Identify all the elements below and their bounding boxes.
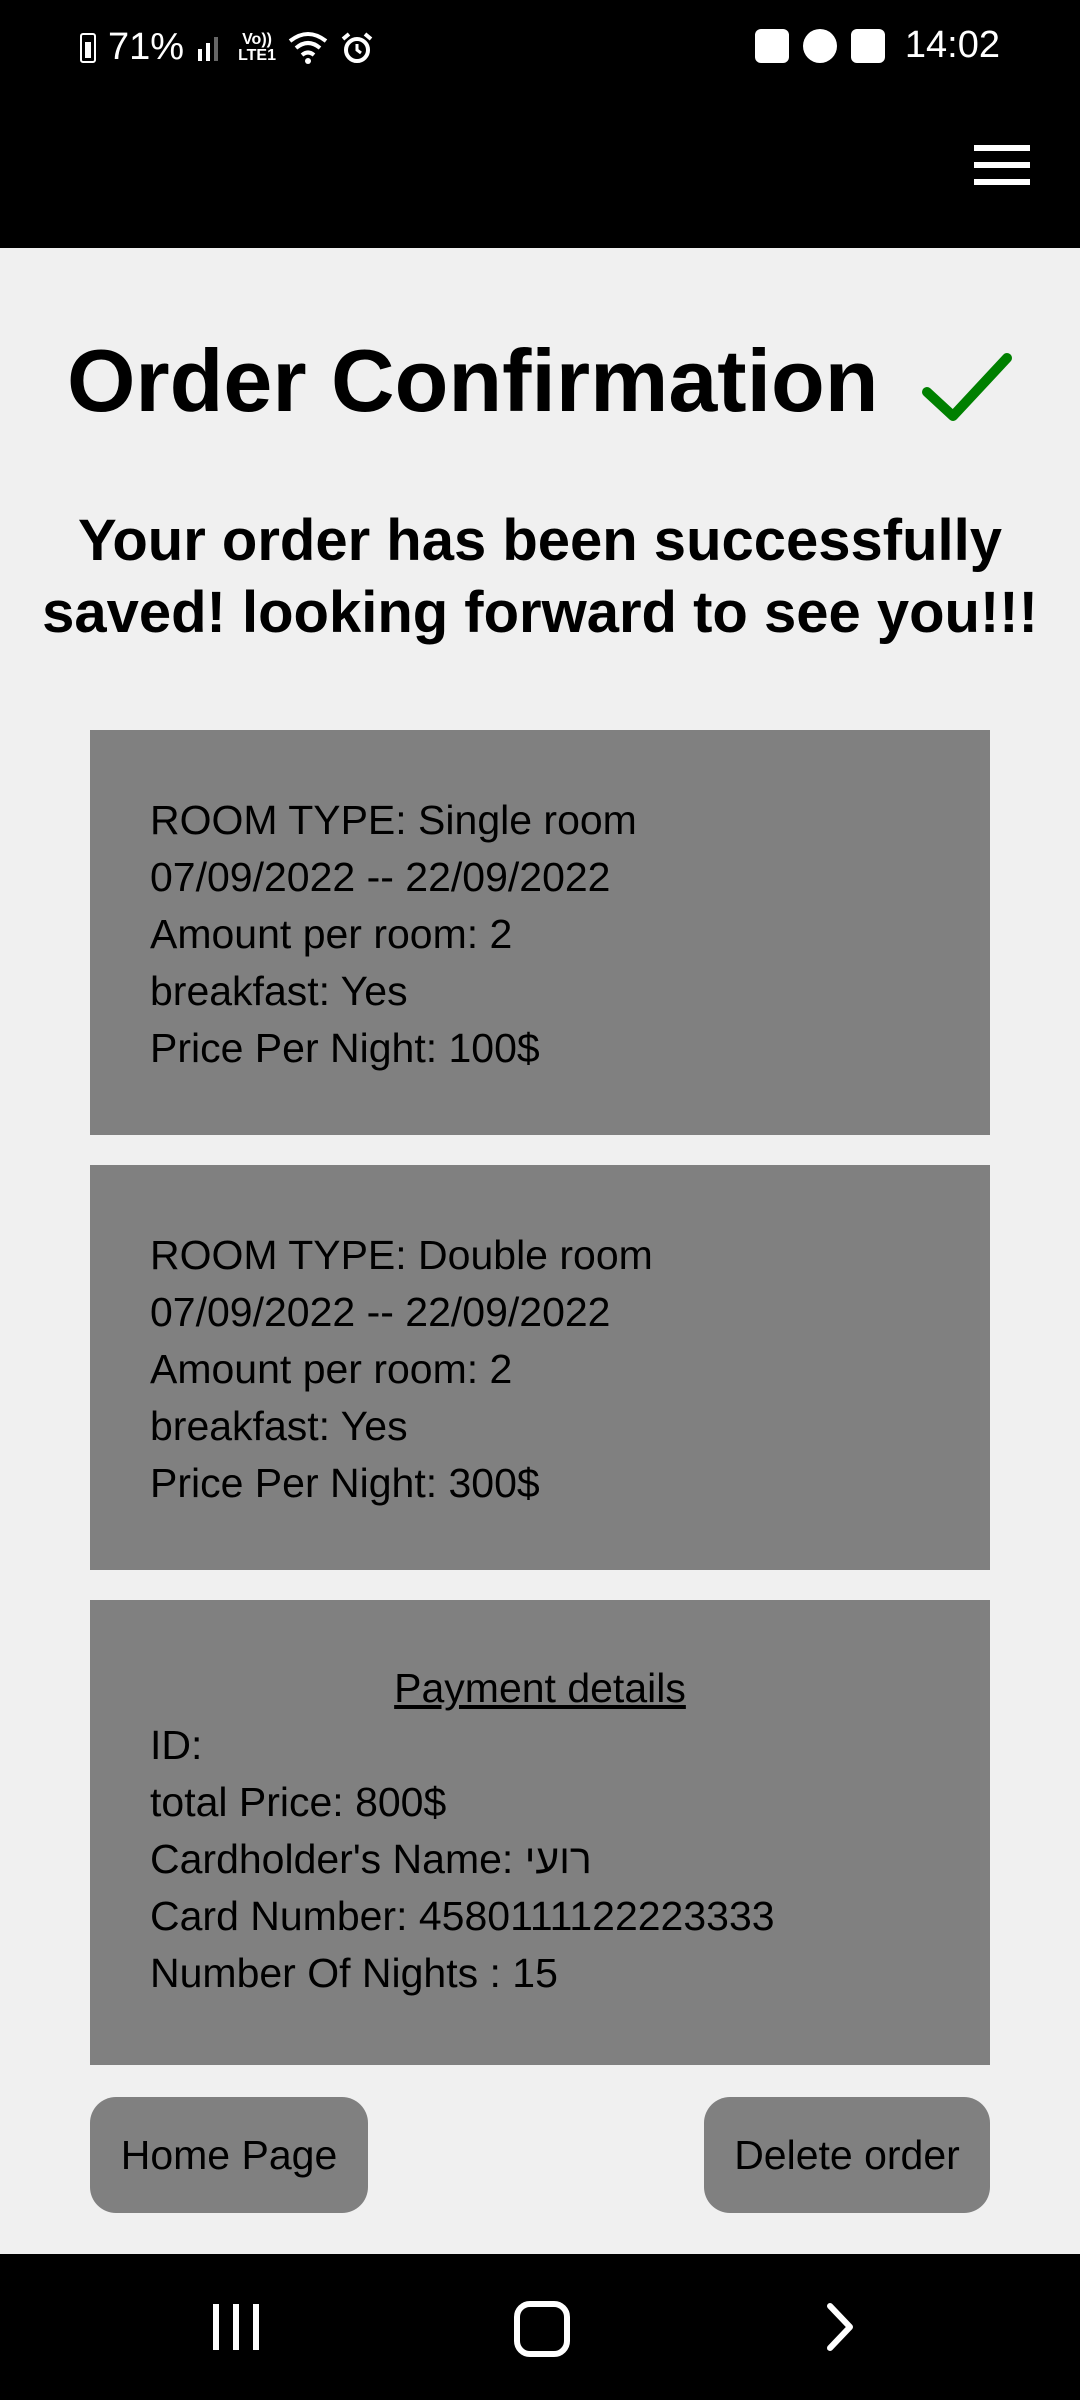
room-breakfast: breakfast: Yes	[150, 1403, 408, 1449]
volte-icon: Vo)) LTE1	[238, 30, 276, 64]
home-nav-icon[interactable]	[514, 2301, 570, 2357]
status-left: 71% Vo)) LTE1	[80, 26, 374, 69]
lte-label: LTE1	[238, 46, 276, 64]
system-nav-bar	[0, 2254, 1080, 2400]
back-chevron-icon[interactable]	[820, 2302, 860, 2352]
home-page-button[interactable]: Home Page	[90, 2097, 368, 2213]
wifi-icon	[288, 31, 328, 64]
status-bar: 71% Vo)) LTE1 14:02	[0, 0, 1080, 100]
clock-time: 14:02	[904, 24, 1000, 66]
payment-card-number: Card Number: 4580111122223333	[150, 1893, 775, 1939]
payment-id: ID:	[150, 1722, 203, 1768]
room-card-double: ROOM TYPE: Double room 07/09/2022 -- 22/…	[90, 1165, 990, 1570]
payment-details-title: Payment details	[394, 1665, 686, 1711]
check-icon	[922, 352, 1013, 421]
app-header	[0, 100, 1080, 248]
status-right: 14:02	[754, 24, 1000, 67]
volte-label: Vo))	[242, 30, 272, 48]
payment-total-price: total Price: 800$	[150, 1779, 447, 1825]
room-price: Price Per Night: 300$	[150, 1460, 540, 1506]
alarm-icon	[341, 31, 373, 63]
battery-icon	[80, 32, 96, 63]
page-title: Order Confirmation	[0, 330, 1080, 432]
room-type: ROOM TYPE: Double room	[150, 1232, 653, 1278]
room-dates: 07/09/2022 -- 22/09/2022	[150, 1289, 611, 1335]
arrow-up-circle-icon	[802, 28, 837, 63]
room-amount: Amount per room: 2	[150, 1346, 513, 1392]
page-title-text: Order Confirmation	[66, 331, 879, 430]
payment-cardholder: Cardholder's Name: רועי	[150, 1836, 592, 1882]
recent-apps-icon[interactable]	[213, 2304, 263, 2350]
room-type: ROOM TYPE: Single room	[150, 797, 637, 843]
room-card-single: ROOM TYPE: Single room 07/09/2022 -- 22/…	[90, 730, 990, 1135]
room-price: Price Per Night: 100$	[150, 1025, 540, 1071]
gallery-icon	[850, 28, 885, 63]
signal-icon	[198, 36, 219, 61]
battery-level: 71%	[108, 26, 185, 68]
hamburger-icon[interactable]	[974, 145, 1030, 185]
payment-details-card: Payment details ID: total Price: 800$ Ca…	[90, 1600, 990, 2065]
room-amount: Amount per room: 2	[150, 911, 513, 957]
room-breakfast: breakfast: Yes	[150, 968, 408, 1014]
delete-order-button[interactable]: Delete order	[704, 2097, 990, 2213]
payment-nights: Number Of Nights : 15	[150, 1950, 558, 1996]
shopping-bag-icon	[754, 28, 789, 63]
room-dates: 07/09/2022 -- 22/09/2022	[150, 854, 611, 900]
confirmation-message: Your order has been successfully saved! …	[42, 508, 1038, 645]
